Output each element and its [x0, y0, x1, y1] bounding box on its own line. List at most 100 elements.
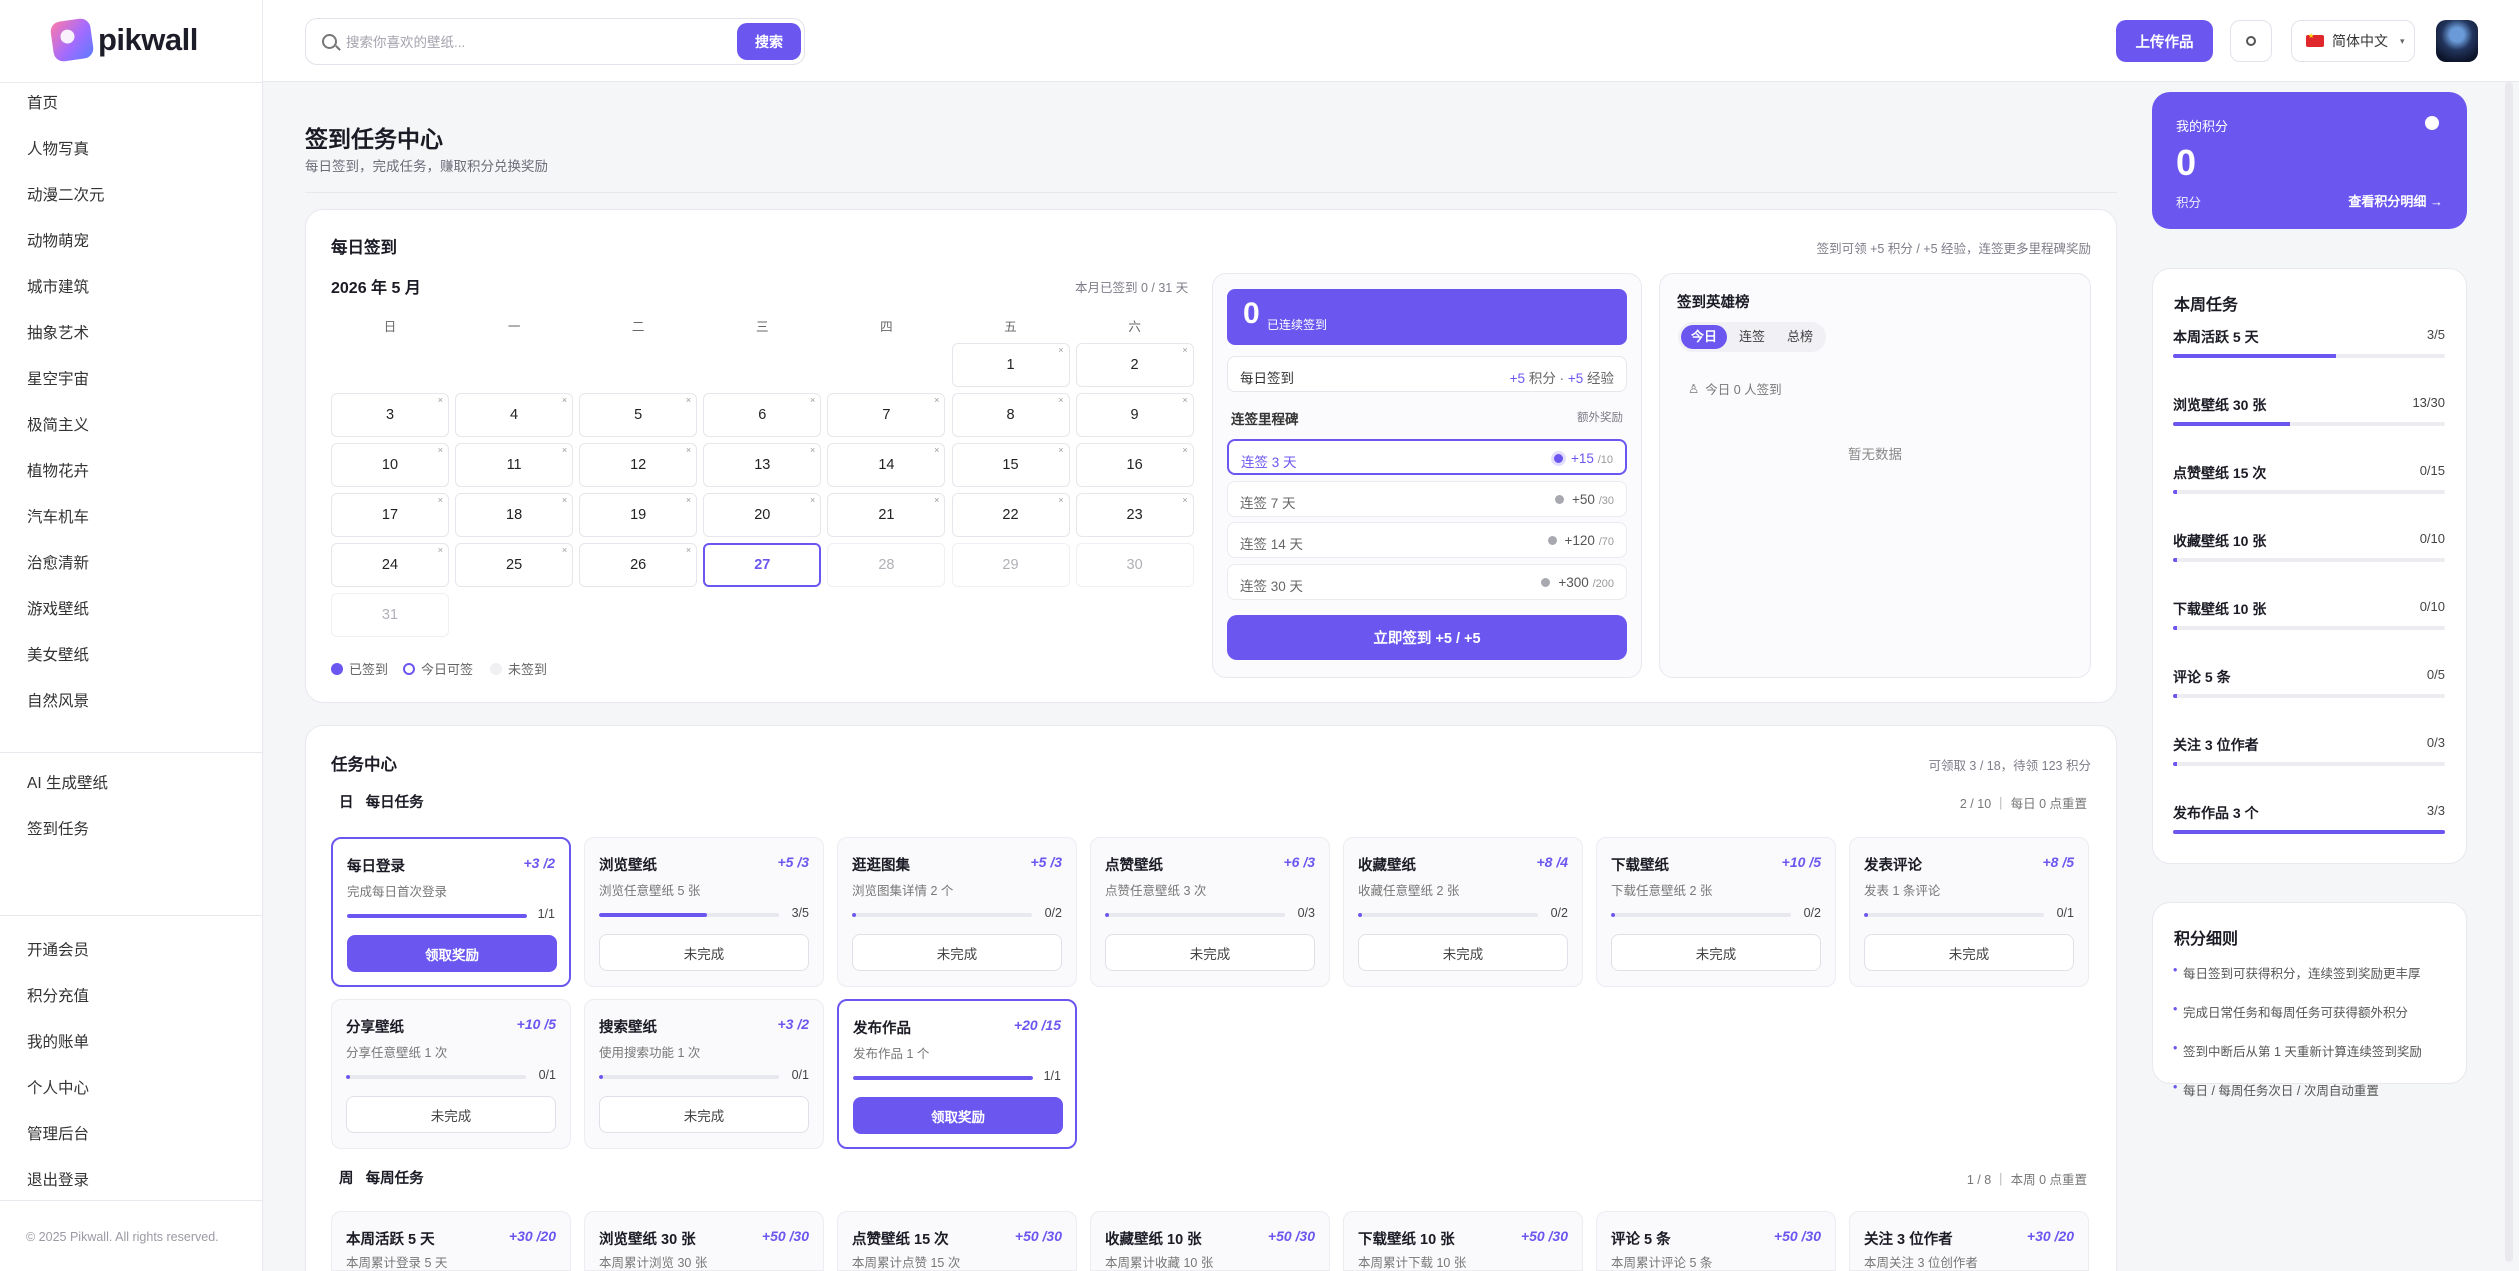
scrollbar[interactable]	[2505, 82, 2513, 1262]
task-card: 下载壁纸 +10 /5 下载任意壁纸 2 张 0/2 未完成	[1596, 837, 1836, 987]
weekday-header: 一	[507, 320, 521, 334]
upload-button[interactable]: 上传作品	[2116, 20, 2213, 62]
missed-x-icon: ×	[1182, 345, 1188, 355]
checkin-button[interactable]: 立即签到 +5 / +5	[1227, 615, 1627, 660]
weekly-task-count: 0/10	[2419, 531, 2445, 546]
daily-points: +5	[1509, 371, 1526, 386]
nav-item[interactable]: 自然风景	[27, 679, 105, 725]
day-number: 20	[754, 507, 771, 523]
points-detail-link[interactable]: 查看积分明细 →	[2348, 191, 2443, 210]
nav-item[interactable]: 极简主义	[27, 403, 105, 449]
task-progress-text: 0/1	[538, 1068, 556, 1082]
sidebar-divider	[0, 915, 263, 916]
weekday-header: 六	[1128, 320, 1141, 334]
nav-item[interactable]: 游戏壁纸	[27, 587, 105, 633]
tab-today[interactable]: 今日	[1681, 325, 1728, 349]
calendar-month-summary: 本月已签到 0 / 31 天	[1075, 281, 1189, 295]
calendar-month: 2026 年 5 月	[331, 280, 421, 297]
day-number: 6	[758, 407, 767, 423]
nav-item[interactable]: 城市建筑	[27, 265, 105, 311]
task-points: +5 /3	[777, 854, 809, 870]
milestone-dot-icon	[1541, 577, 1551, 587]
calendar-day: 19 ×	[579, 493, 698, 537]
nav-item[interactable]: 我的账单	[27, 1020, 89, 1066]
daily-reward-label: 每日签到	[1240, 371, 1294, 386]
task-center-summary: 可领取 3 / 18，待领 123 积分	[1928, 759, 2091, 773]
missed-x-icon: ×	[561, 495, 568, 505]
milestone-points: +15	[1571, 451, 1594, 466]
nav-item[interactable]: 植物花卉	[27, 449, 105, 495]
heading-divider	[305, 192, 2117, 193]
calendar-day: 12 ×	[579, 443, 698, 487]
task-card: 发布作品 +20 /15 发布作品 1 个 1/1 领取奖励	[837, 999, 1077, 1149]
task-progress-text: 0/2	[1550, 906, 1568, 920]
nav-item[interactable]: 签到任务	[27, 807, 108, 853]
checkin-rule-hint: 签到可领 +5 积分 / +5 经验，连签更多里程碑奖励	[1816, 242, 2091, 256]
missed-x-icon: ×	[810, 495, 816, 505]
weekly-task-row: 关注 3 位作者 0/3	[2173, 735, 2445, 766]
nav-item[interactable]: AI 生成壁纸	[27, 761, 108, 807]
task-progress-text: 0/1	[791, 1068, 809, 1082]
task-name: 关注 3 位作者	[1864, 1232, 1953, 1248]
task-name: 下载壁纸	[1611, 858, 1669, 874]
day-number: 16	[1126, 457, 1143, 473]
copyright: © 2025 Pikwall. All rights reserved.	[26, 1230, 219, 1244]
day-number: 11	[506, 457, 522, 473]
nav-item[interactable]: 人物写真	[27, 127, 105, 173]
nav-item[interactable]: 个人中心	[27, 1066, 89, 1112]
calendar-day: 5 ×	[579, 393, 698, 437]
day-number: 18	[506, 507, 523, 523]
milestone-row: 连签 7 天 +50 /30	[1227, 480, 1627, 517]
calendar-day[interactable]: 27	[703, 543, 822, 587]
theme-toggle-button[interactable]	[2230, 20, 2272, 62]
tab-streak[interactable]: 连签	[1729, 325, 1775, 349]
logo-icon	[49, 17, 95, 63]
nav-item[interactable]: 汽车机车	[27, 495, 105, 541]
streak-box: 0 已连续签到	[1227, 289, 1627, 345]
task-progress-bar	[347, 914, 527, 918]
missed-x-icon: ×	[934, 395, 940, 405]
nav-item[interactable]: 抽象艺术	[27, 311, 105, 357]
search-input[interactable]	[346, 29, 726, 55]
calendar-day: 17 ×	[331, 493, 449, 537]
calendar-day: 22 ×	[951, 493, 1070, 537]
milestone-sub: /10	[1597, 454, 1613, 466]
weekly-task-row: 评论 5 条 0/5	[2173, 667, 2445, 698]
search-button[interactable]: 搜索	[737, 23, 801, 60]
task-name: 发表评论	[1864, 858, 1922, 874]
account-nav: 开通会员 积分充值 我的账单 个人中心 管理后台 退出登录	[27, 928, 89, 1204]
day-number: 25	[506, 557, 523, 573]
day-number: 13	[754, 457, 771, 473]
nav-item[interactable]: 星空宇宙	[27, 357, 105, 403]
task-points: +8 /4	[1536, 854, 1568, 870]
nav-item[interactable]: 治愈清新	[27, 541, 105, 587]
nav-item[interactable]: 积分充值	[27, 974, 89, 1020]
task-name: 点赞壁纸	[1105, 858, 1163, 874]
calendar-day: 26 ×	[579, 543, 698, 587]
milestone-reward: +50 /30	[1555, 492, 1614, 507]
daily-exp-unit: 经验	[1587, 371, 1614, 386]
milestone-points: +120	[1564, 533, 1595, 548]
missed-x-icon: ×	[685, 395, 692, 405]
nav-item[interactable]: 动漫二次元	[27, 173, 105, 219]
nav-item[interactable]: 美女壁纸	[27, 633, 105, 679]
tab-total[interactable]: 总榜	[1777, 325, 1823, 349]
avatar[interactable]	[2436, 20, 2478, 62]
page-title: 签到任务中心	[305, 126, 443, 152]
missed-x-icon: ×	[561, 445, 568, 455]
nav-item[interactable]: 管理后台	[27, 1112, 89, 1158]
weekly-task-count: 3/5	[2426, 327, 2445, 342]
claim-reward-button[interactable]: 领取奖励	[853, 1097, 1063, 1134]
nav-item[interactable]: 首页	[27, 81, 105, 127]
task-points: +8 /5	[2042, 854, 2074, 870]
logo[interactable]: pikwall	[49, 17, 198, 63]
nav-item[interactable]: 动物萌宠	[27, 219, 105, 265]
nav-item[interactable]: 退出登录	[27, 1158, 89, 1204]
language-select[interactable]: 简体中文 ▾	[2291, 20, 2415, 62]
milestone-label: 连签 7 天	[1240, 495, 1296, 511]
claim-reward-button[interactable]: 领取奖励	[347, 935, 557, 972]
nav-item[interactable]: 开通会员	[27, 928, 89, 974]
task-status-button: 未完成	[346, 1096, 556, 1133]
weekly-task-bar	[2173, 558, 2445, 562]
calendar-day: 1 ×	[951, 343, 1070, 387]
